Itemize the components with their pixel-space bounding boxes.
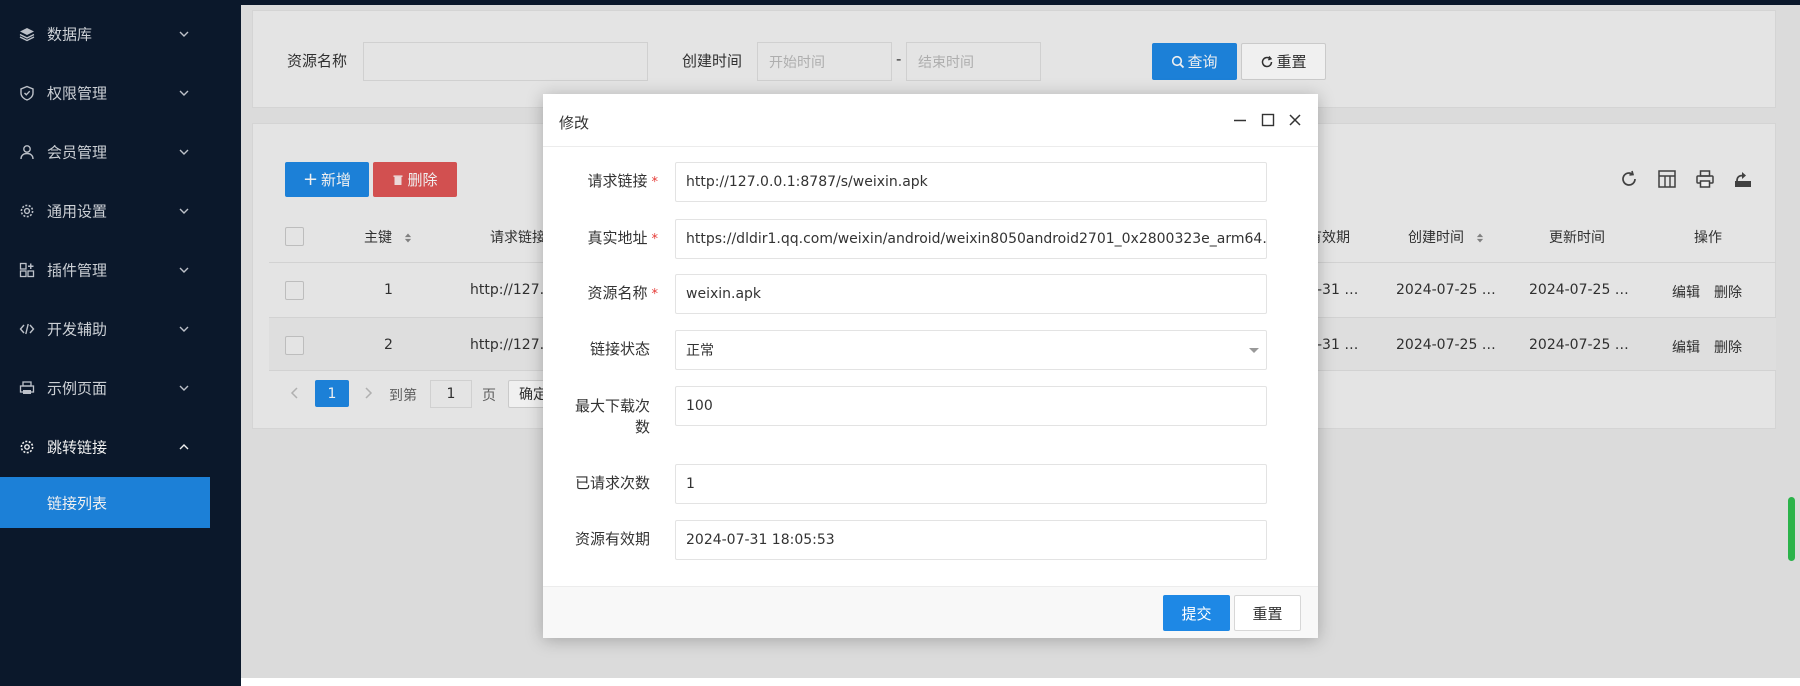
bottom-strip [241, 678, 1800, 686]
max-downloads-input[interactable]: 100 [675, 386, 1267, 426]
request-url-label: 请求链接 * [568, 171, 658, 193]
required-mark: * [651, 175, 659, 190]
divider [543, 146, 1318, 147]
scrollbar-thumb[interactable] [1788, 497, 1795, 561]
link-status-select[interactable]: 正常 [675, 330, 1267, 370]
modal-footer: 提交 重置 [543, 586, 1318, 638]
submit-button[interactable]: 提交 [1163, 595, 1230, 631]
required-mark: * [651, 232, 659, 247]
close-icon[interactable] [1287, 112, 1303, 128]
modal-title: 修改 [559, 114, 590, 132]
maximize-icon[interactable] [1260, 112, 1276, 128]
real-url-label: 真实地址 * [568, 228, 658, 250]
max-downloads-label-line1: 最大下载次 [574, 397, 650, 415]
expire-label: 资源有效期 [574, 530, 650, 548]
max-downloads-label: 最大下载次 数 [560, 396, 650, 438]
minimize-icon[interactable] [1232, 112, 1248, 128]
link-status-label: 链接状态 [589, 340, 650, 358]
max-downloads-label-line2: 数 [634, 418, 650, 436]
link-status-value: 正常 [686, 343, 714, 359]
request-url-input[interactable]: http://127.0.0.1:8787/s/weixin.apk [675, 162, 1267, 202]
requested-count-input[interactable]: 1 [675, 464, 1267, 504]
resource-name-label-text: 资源名称 [587, 284, 648, 302]
edit-modal: 修改 请求链接 * http://127.0.0.1:8787/s/weixin.… [543, 94, 1318, 638]
reset-button[interactable]: 重置 [1234, 595, 1301, 631]
expire-input[interactable]: 2024-07-31 18:05:53 [675, 520, 1267, 560]
resource-name-label: 资源名称 * [568, 283, 658, 305]
real-url-input[interactable]: https://dldir1.qq.com/weixin/android/wei… [675, 219, 1267, 259]
real-url-label-text: 真实地址 [587, 229, 648, 247]
resource-name-field[interactable]: weixin.apk [675, 274, 1267, 314]
required-mark: * [651, 287, 659, 302]
requested-count-label: 已请求次数 [574, 474, 650, 492]
dropdown-arrow-icon [1249, 348, 1259, 353]
request-url-label-text: 请求链接 [587, 172, 648, 190]
